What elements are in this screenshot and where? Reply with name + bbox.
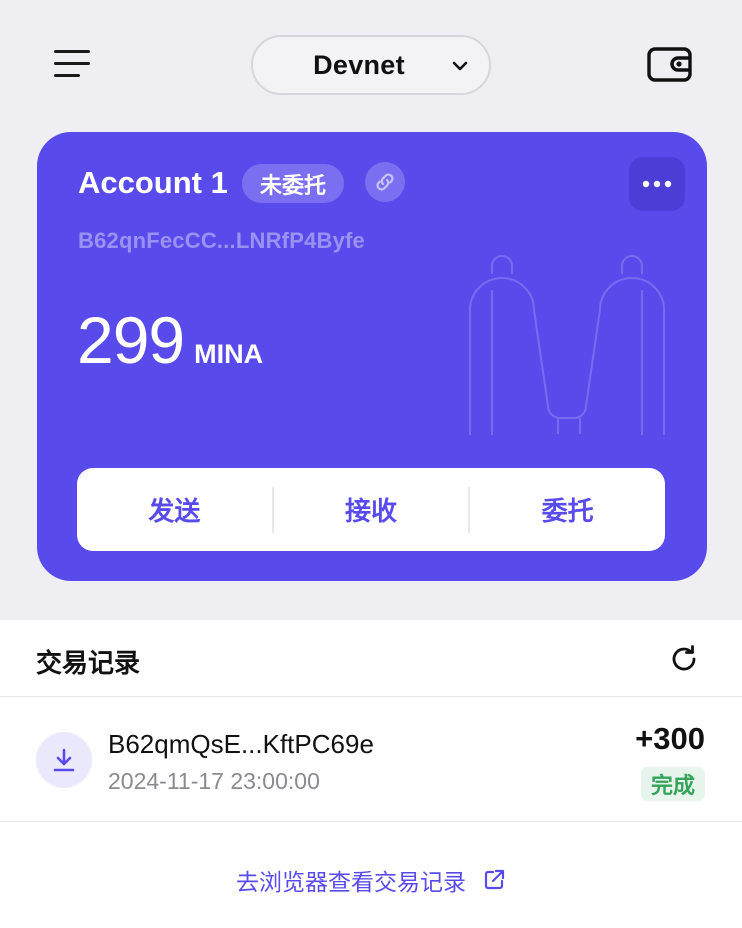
transaction-status-badge: 完成 (640, 767, 705, 801)
wallet-icon[interactable] (646, 44, 694, 84)
menu-button[interactable] (52, 48, 92, 80)
mina-logo-watermark (469, 255, 665, 435)
chevron-down-icon (452, 61, 468, 71)
view-in-explorer-link[interactable]: 去浏览器查看交易记录 (0, 862, 742, 898)
delegate-button[interactable]: 委托 (470, 468, 665, 551)
balance-unit: MINA (194, 339, 264, 369)
transaction-row[interactable]: B62qmQsE...KftPC69e 2024-11-17 23:00:00 … (0, 697, 742, 822)
balance: 299 MINA (77, 302, 263, 378)
balance-value: 299 (77, 303, 185, 377)
account-address[interactable]: B62qnFecCC...LNRfP4Byfe (78, 228, 365, 254)
receive-button[interactable]: 接收 (274, 468, 469, 551)
network-label: Devnet (313, 49, 405, 80)
menu-icon-line (54, 74, 80, 77)
transaction-amount: +300 (635, 721, 705, 756)
menu-icon-line (54, 62, 90, 65)
link-button[interactable] (365, 162, 405, 202)
receive-icon (53, 748, 75, 772)
transactions-header: 交易记录 (0, 620, 742, 697)
top-area: Devnet Account 1 未委托 B62qnFecCC...LNRfP4… (0, 0, 742, 620)
more-icon (642, 180, 672, 188)
refresh-icon[interactable] (668, 643, 700, 675)
network-selector[interactable]: Devnet (251, 35, 491, 95)
account-name: Account 1 (78, 165, 228, 200)
more-options-button[interactable] (629, 157, 685, 211)
transaction-time: 2024-11-17 23:00:00 (108, 768, 320, 794)
menu-icon-line (54, 50, 90, 53)
external-link-icon (484, 869, 505, 890)
transactions-title: 交易记录 (36, 648, 141, 678)
action-bar: 发送 接收 委托 (77, 468, 665, 551)
link-icon (376, 173, 394, 191)
transaction-type-icon (36, 732, 92, 788)
explorer-link-label: 去浏览器查看交易记录 (236, 869, 466, 895)
delegation-status-badge: 未委托 (242, 164, 345, 203)
transaction-address: B62qmQsE...KftPC69e (108, 729, 374, 759)
account-card: Account 1 未委托 B62qnFecCC...LNRfP4Byfe 29… (37, 132, 707, 581)
send-button[interactable]: 发送 (77, 468, 272, 551)
